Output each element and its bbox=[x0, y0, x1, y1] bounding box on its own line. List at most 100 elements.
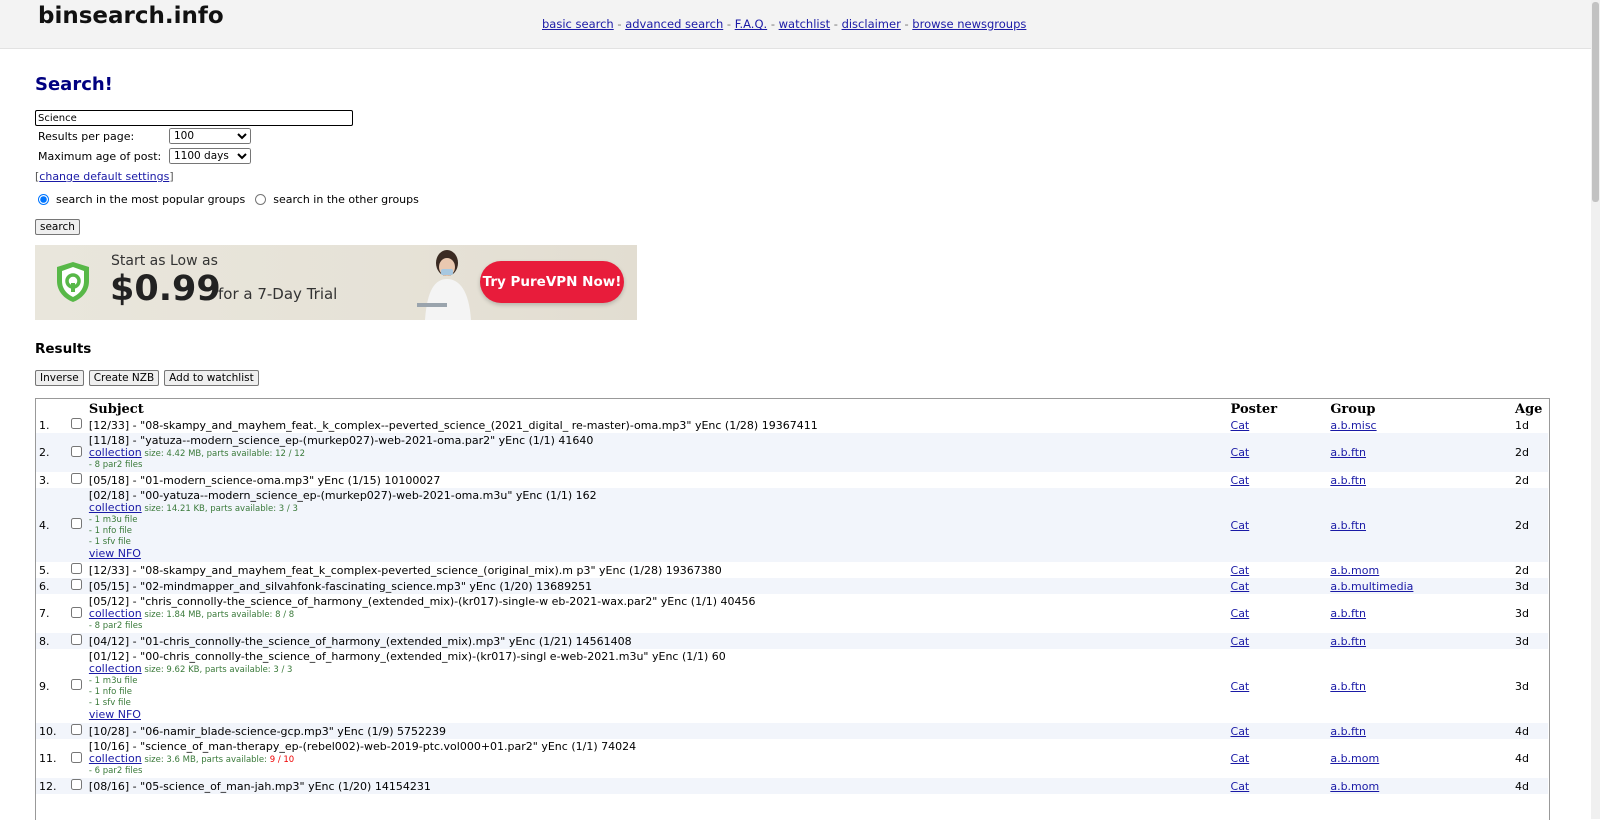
result-checkbox[interactable] bbox=[70, 724, 82, 735]
result-checkbox[interactable] bbox=[70, 634, 82, 645]
group-link[interactable]: a.b.mom bbox=[1330, 564, 1379, 577]
poster-link[interactable]: Cat bbox=[1231, 519, 1250, 532]
result-subject: [05/15] - "02-mindmapper_and_silvahfonk-… bbox=[88, 579, 593, 593]
result-checkbox[interactable] bbox=[70, 473, 82, 484]
result-check-cell bbox=[70, 594, 89, 633]
poster-link[interactable]: Cat bbox=[1231, 780, 1250, 793]
result-subject: [05/18] - "01-modern_science-oma.mp3" yE… bbox=[88, 473, 441, 487]
poster-link[interactable]: Cat bbox=[1231, 752, 1250, 765]
result-file-count: - 1 m3u file bbox=[88, 676, 138, 686]
page-scrollbar[interactable] bbox=[1591, 0, 1600, 819]
group-link[interactable]: a.b.multimedia bbox=[1330, 580, 1413, 593]
result-number: 3. bbox=[39, 473, 50, 487]
collection-link[interactable]: collection bbox=[89, 752, 142, 765]
poster-link[interactable]: Cat bbox=[1231, 680, 1250, 693]
group-link[interactable]: a.b.ftn bbox=[1330, 725, 1366, 738]
result-check-cell bbox=[70, 562, 89, 578]
result-size: size: 14.21 KB, parts available: 3 / 3 bbox=[141, 504, 298, 514]
group-link[interactable]: a.b.ftn bbox=[1330, 635, 1366, 648]
result-subject: [01/12] - "00-chris_connolly-the_science… bbox=[88, 650, 726, 663]
group-link[interactable]: a.b.ftn bbox=[1330, 680, 1366, 693]
result-group-cell: a.b.mom bbox=[1330, 562, 1515, 578]
collection-link[interactable]: collection bbox=[89, 446, 142, 459]
results-per-page-select[interactable]: 100 bbox=[169, 128, 251, 144]
ad-cta-button[interactable]: Try PureVPN Now! bbox=[480, 261, 624, 303]
create-nzb-button[interactable]: Create NZB bbox=[88, 370, 160, 386]
result-subject-cell: [05/12] - "chris_connolly-the_science_of… bbox=[89, 594, 1231, 633]
max-age-select[interactable]: 1100 days bbox=[169, 148, 251, 164]
search-button[interactable]: search bbox=[35, 219, 80, 235]
collection-link[interactable]: collection bbox=[89, 662, 142, 675]
result-checkbox[interactable] bbox=[70, 579, 82, 590]
radio-other-groups[interactable] bbox=[255, 194, 267, 205]
parts-incomplete: 9 / 10 bbox=[269, 755, 295, 765]
poster-link[interactable]: Cat bbox=[1231, 725, 1250, 738]
nav-disclaimer[interactable]: disclaimer bbox=[842, 17, 901, 31]
result-checkbox[interactable] bbox=[70, 606, 82, 618]
result-subject: [08/16] - "05-science_of_man-jah.mp3" yE… bbox=[88, 779, 431, 793]
poster-link[interactable]: Cat bbox=[1231, 635, 1250, 648]
add-to-watchlist-button[interactable]: Add to watchlist bbox=[164, 370, 259, 386]
result-group-cell: a.b.misc bbox=[1330, 417, 1515, 433]
nav-browse-newsgroups[interactable]: browse newsgroups bbox=[912, 17, 1026, 31]
group-link[interactable]: a.b.ftn bbox=[1330, 607, 1366, 620]
results-table-container: Subject Poster Group Age 1. [12/33] - "08… bbox=[35, 398, 1550, 820]
collection-link[interactable]: collection bbox=[89, 501, 142, 514]
poster-link[interactable]: Cat bbox=[1231, 580, 1250, 593]
nav-faq[interactable]: F.A.Q. bbox=[735, 17, 767, 31]
view-nfo-link[interactable]: view NFO bbox=[89, 547, 141, 560]
group-link[interactable]: a.b.mom bbox=[1330, 780, 1379, 793]
result-checkbox[interactable] bbox=[70, 418, 82, 429]
result-check-cell bbox=[70, 778, 89, 794]
result-file-count: - 1 nfo file bbox=[88, 526, 133, 536]
poster-link[interactable]: Cat bbox=[1231, 564, 1250, 577]
poster-link[interactable]: Cat bbox=[1231, 419, 1250, 432]
change-default-settings-link[interactable]: change default settings bbox=[39, 170, 169, 183]
result-group-cell: a.b.multimedia bbox=[1330, 578, 1515, 594]
result-subject: [02/18] - "00-yatuza--modern_science_ep-… bbox=[88, 489, 597, 502]
collection-link[interactable]: collection bbox=[89, 607, 142, 620]
group-link[interactable]: a.b.misc bbox=[1330, 419, 1376, 432]
result-check-cell bbox=[70, 649, 89, 723]
result-subject-cell: [05/18] - "01-modern_science-oma.mp3" yE… bbox=[89, 472, 1231, 488]
nav-basic-search[interactable]: basic search bbox=[542, 17, 614, 31]
inverse-button[interactable]: Inverse bbox=[35, 370, 84, 386]
purevpn-ad-banner[interactable]: Start as Low as $0.99 for a 7-Day Trial … bbox=[35, 245, 637, 320]
header-age: Age bbox=[1514, 401, 1543, 417]
nav-advanced-search[interactable]: advanced search bbox=[625, 17, 723, 31]
result-subject-cell: [10/28] - "06-namir_blade-science-gcp.mp… bbox=[88, 723, 1231, 739]
group-link[interactable]: a.b.ftn bbox=[1330, 474, 1366, 487]
group-link[interactable]: a.b.ftn bbox=[1330, 519, 1366, 532]
view-nfo-link[interactable]: view NFO bbox=[89, 708, 141, 721]
poster-link[interactable]: Cat bbox=[1231, 446, 1250, 459]
radio-popular-groups[interactable] bbox=[38, 194, 49, 205]
result-checkbox[interactable] bbox=[70, 563, 82, 574]
table-row: 5. [12/33] - "08-skampy_and_mayhem_feat_k… bbox=[36, 562, 1548, 578]
result-checkbox[interactable] bbox=[70, 445, 82, 457]
header-check bbox=[71, 399, 89, 417]
result-poster-cell: Cat bbox=[1230, 633, 1331, 649]
poster-link[interactable]: Cat bbox=[1231, 474, 1250, 487]
table-row: 3. [05/18] - "01-modern_science-oma.mp3" … bbox=[36, 472, 1548, 488]
result-check-cell bbox=[70, 417, 89, 433]
search-input[interactable] bbox=[35, 110, 353, 126]
poster-link[interactable]: Cat bbox=[1231, 607, 1250, 620]
result-check-cell bbox=[70, 723, 89, 739]
group-link[interactable]: a.b.ftn bbox=[1330, 446, 1366, 459]
group-link[interactable]: a.b.mom bbox=[1330, 752, 1379, 765]
result-checkbox[interactable] bbox=[70, 518, 82, 529]
result-group-cell: a.b.ftn bbox=[1330, 633, 1515, 649]
scrollbar-thumb[interactable] bbox=[1592, 2, 1599, 202]
purevpn-shield-icon bbox=[57, 262, 89, 302]
nav-watchlist[interactable]: watchlist bbox=[779, 17, 830, 31]
result-number: 4. bbox=[36, 488, 71, 562]
result-poster-cell: Cat bbox=[1230, 578, 1331, 594]
result-file-count: - 6 par2 files bbox=[88, 766, 143, 776]
result-checkbox[interactable] bbox=[70, 751, 82, 763]
site-logo[interactable]: binsearch.info bbox=[38, 3, 224, 29]
result-checkbox[interactable] bbox=[70, 779, 82, 790]
result-poster-cell: Cat bbox=[1230, 778, 1331, 794]
result-meta: collection size: 1.84 MB, parts availabl… bbox=[89, 608, 1231, 621]
result-checkbox[interactable] bbox=[70, 679, 82, 690]
result-subject: [12/33] - "08-skampy_and_mayhem_feat_k_c… bbox=[88, 563, 722, 577]
